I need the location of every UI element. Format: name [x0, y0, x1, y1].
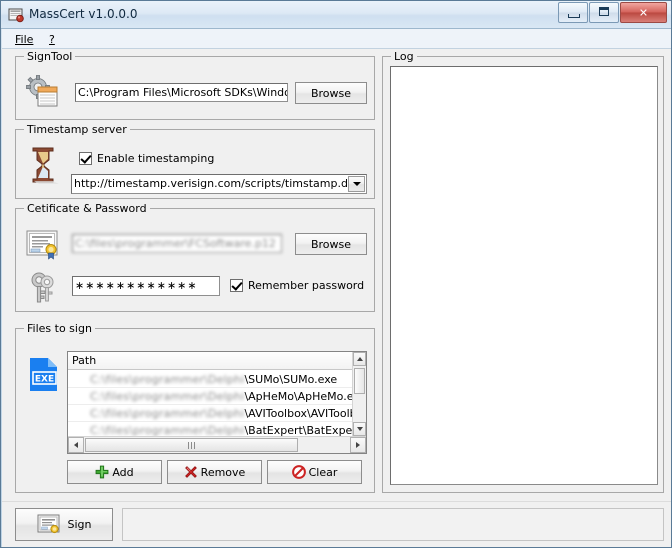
- remember-password-checkbox-box: [230, 279, 243, 292]
- menu-item-help-label: ?: [49, 33, 55, 46]
- file-path-prefix: C:\files\programmer\Delphi: [90, 389, 245, 403]
- menu-item-file-label: File: [15, 33, 34, 46]
- exe-file-icon: EXE: [27, 357, 61, 393]
- signtool-path-input[interactable]: C:\Program Files\Microsoft SDKs\Windov: [75, 83, 288, 102]
- listview-horizontal-scrollbar[interactable]: [68, 436, 366, 453]
- file-path-name: \SUMo\SUMo.exe: [244, 372, 338, 386]
- application-window: MassCert v1.0.0.0 ✕ File ? SignTool C:\P…: [0, 0, 672, 548]
- file-path-prefix: C:\files\programmer\Delphi: [90, 423, 245, 437]
- menu-item-help[interactable]: ?: [44, 32, 60, 47]
- listview-vertical-scrollbar[interactable]: [352, 352, 366, 436]
- certificate-browse-label: Browse: [310, 237, 352, 251]
- gear-document-icon: [25, 74, 61, 110]
- remember-password-checkbox[interactable]: Remember password: [230, 279, 364, 292]
- file-path-prefix: C:\files\programmer\Delphi: [90, 372, 245, 386]
- signtool-group-label: SignTool: [24, 50, 76, 63]
- keys-icon: [28, 271, 60, 305]
- sign-button-label: Sign: [67, 518, 92, 531]
- svg-text:EXE: EXE: [35, 375, 54, 385]
- add-button[interactable]: Add: [67, 460, 162, 484]
- scroll-down-icon[interactable]: [353, 422, 366, 436]
- timestamp-server-combo[interactable]: http://timestamp.verisign.com/scripts/ti…: [71, 174, 367, 194]
- files-to-sign-group-label: Files to sign: [24, 322, 95, 335]
- minimize-button[interactable]: [558, 2, 588, 23]
- file-path-prefix: C:\files\programmer\Delphi: [90, 406, 245, 420]
- timestamp-group: Timestamp server Enable timestamping htt…: [15, 123, 375, 199]
- red-prohibition-icon: [291, 465, 306, 479]
- certificate-icon: [26, 229, 60, 261]
- remove-button-label: Remove: [200, 465, 246, 479]
- maximize-button[interactable]: [589, 2, 619, 23]
- signtool-group: SignTool C:\Program Files\Microsoft SDKs…: [15, 50, 375, 120]
- bottom-bar: Sign: [2, 501, 671, 547]
- log-group: Log: [382, 50, 664, 493]
- status-panel: [122, 508, 664, 541]
- log-group-label: Log: [391, 50, 417, 63]
- table-row[interactable]: C:\files\programmer\Delphi \ApHeMo\ApHeM…: [68, 388, 352, 405]
- clear-button-label: Clear: [308, 465, 338, 479]
- green-plus-icon: [95, 465, 109, 479]
- enable-timestamping-checkbox-box: [79, 152, 92, 165]
- app-icon: [8, 7, 24, 23]
- table-row[interactable]: C:\files\programmer\Delphi \BatExpert\Ba…: [68, 422, 352, 437]
- signtool-browse-button[interactable]: Browse: [295, 82, 367, 104]
- client-area: SignTool C:\Program Files\Microsoft SDKs…: [2, 49, 671, 547]
- menu-item-file[interactable]: File: [10, 32, 38, 47]
- file-path-name: \ApHeMo\ApHeMo.exe: [244, 389, 352, 403]
- window-title: MassCert v1.0.0.0: [29, 7, 138, 21]
- maximize-icon: [599, 7, 609, 16]
- certificate-browse-button[interactable]: Browse: [295, 233, 367, 255]
- signtool-browse-label: Browse: [310, 86, 352, 100]
- sign-button[interactable]: Sign: [15, 508, 113, 541]
- listview-column-header-path[interactable]: Path: [68, 352, 366, 370]
- window-controls: ✕: [558, 2, 667, 23]
- close-icon: ✕: [638, 6, 649, 19]
- vertical-scrollbar-thumb[interactable]: [354, 368, 365, 394]
- timestamp-server-value: http://timestamp.verisign.com/scripts/ti…: [74, 177, 355, 190]
- table-row[interactable]: C:\files\programmer\Delphi \AVIToolbox\A…: [68, 405, 352, 422]
- file-path-name: \BatExpert\BatExpert.ex: [244, 423, 352, 437]
- files-to-sign-group: Files to sign EXE Path C:\files\programm…: [15, 322, 375, 493]
- minimize-icon: [568, 14, 580, 18]
- log-textarea[interactable]: [390, 66, 658, 485]
- certificate-sign-icon: [37, 514, 61, 536]
- timestamp-group-label: Timestamp server: [24, 123, 130, 136]
- enable-timestamping-checkbox[interactable]: Enable timestamping: [79, 152, 214, 165]
- file-path-name: \AVIToolbox\AVIToolbo: [244, 406, 352, 420]
- red-cross-icon: [184, 465, 198, 479]
- files-listview[interactable]: Path C:\files\programmer\Delphi \SUMo\SU…: [67, 351, 367, 454]
- certificate-group: Cetificate & Password C:\files\programme…: [15, 202, 375, 312]
- close-button[interactable]: ✕: [620, 2, 667, 23]
- horizontal-scrollbar-thumb[interactable]: [85, 438, 298, 452]
- clear-button[interactable]: Clear: [267, 460, 362, 484]
- enable-timestamping-label: Enable timestamping: [97, 152, 215, 165]
- menu-bar: File ?: [2, 29, 671, 49]
- password-input[interactable]: ∗∗∗∗∗∗∗∗∗∗∗∗: [72, 276, 220, 296]
- remove-button[interactable]: Remove: [167, 460, 262, 484]
- hourglass-icon: [27, 145, 61, 185]
- listview-rows: C:\files\programmer\Delphi \SUMo\SUMo.ex…: [68, 371, 352, 436]
- scrollbar-grip-icon: [188, 441, 195, 449]
- title-bar: MassCert v1.0.0.0 ✕: [1, 1, 671, 29]
- table-row[interactable]: C:\files\programmer\Delphi \SUMo\SUMo.ex…: [68, 371, 352, 388]
- chevron-down-icon[interactable]: [348, 176, 365, 192]
- certificate-group-label: Cetificate & Password: [24, 202, 150, 215]
- add-button-label: Add: [112, 465, 134, 479]
- scroll-left-icon[interactable]: [68, 437, 84, 453]
- scroll-right-icon[interactable]: [350, 437, 366, 453]
- scroll-up-icon[interactable]: [353, 352, 366, 366]
- remember-password-label: Remember password: [248, 279, 365, 292]
- certificate-path-input[interactable]: C:\files\programmer\FCSoftware.p12: [72, 234, 282, 253]
